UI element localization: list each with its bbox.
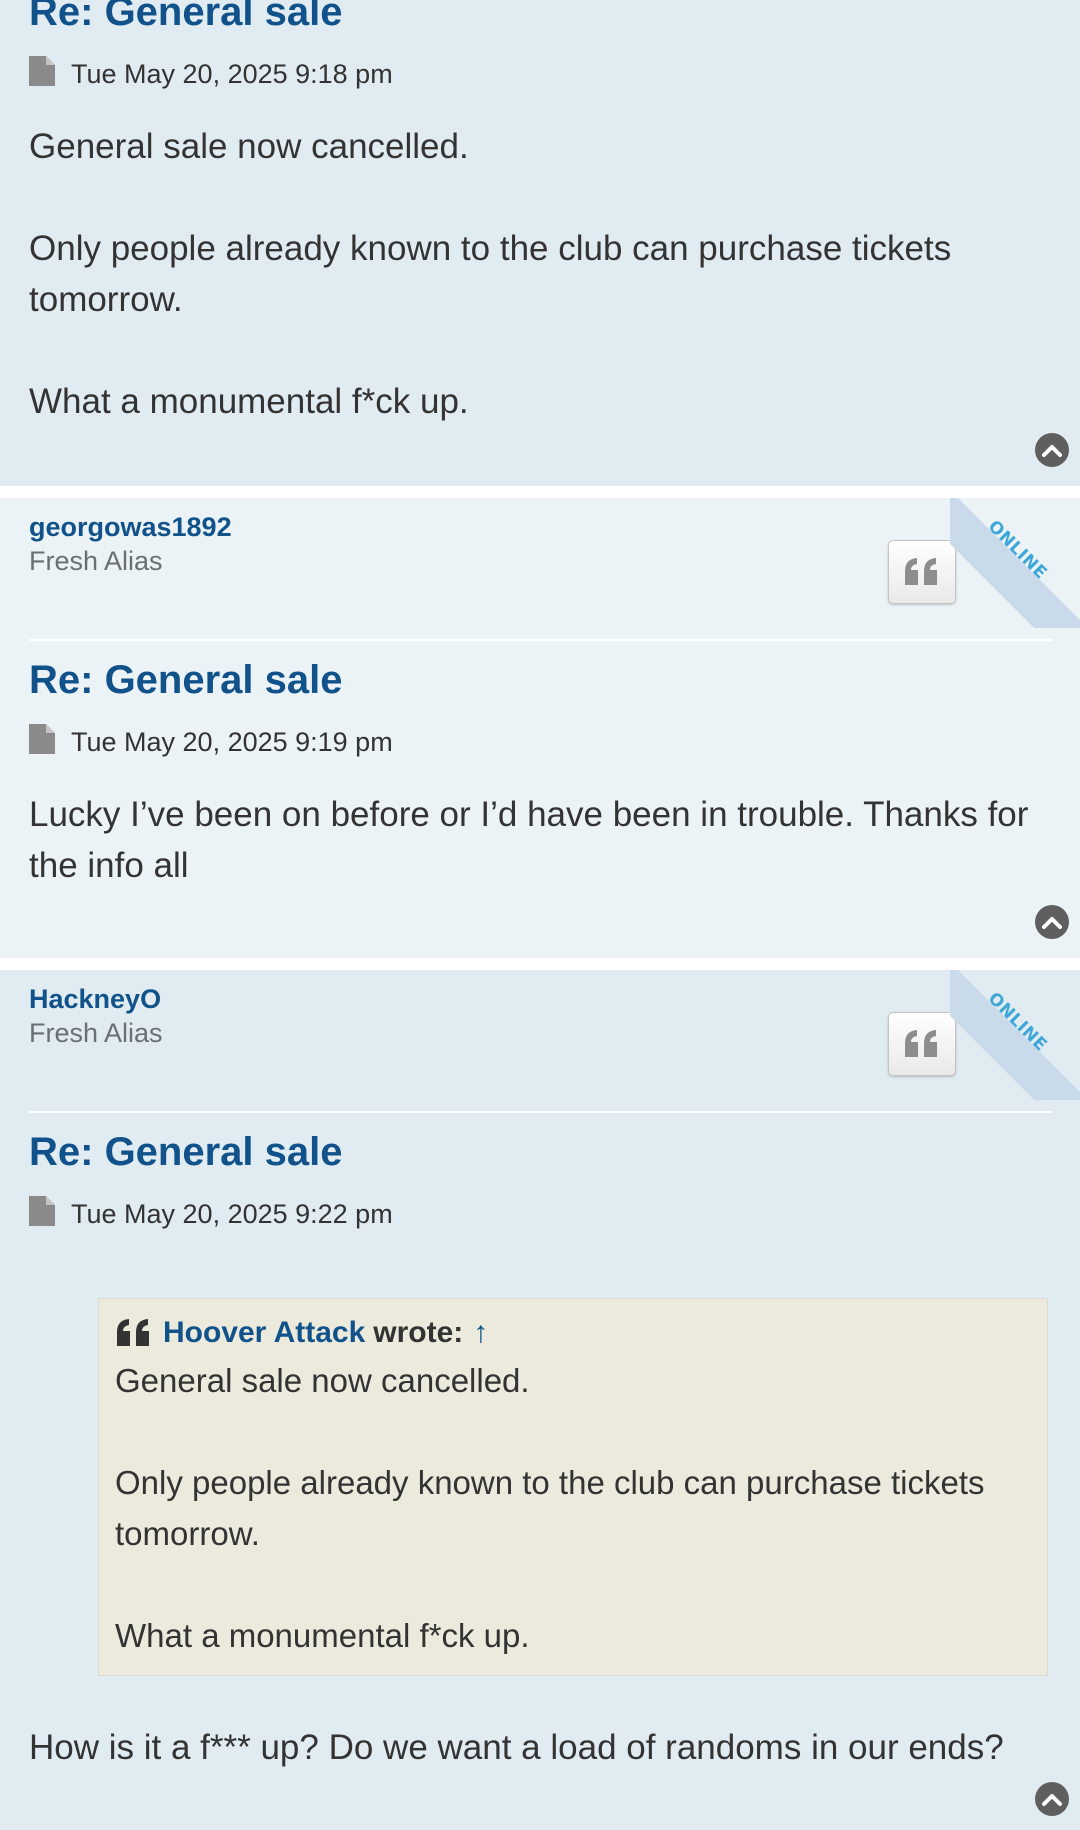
post-meta: Tue May 20, 2025 9:19 pm xyxy=(29,724,393,761)
post-content: Lucky I’ve been on before or I’d have be… xyxy=(29,789,1049,891)
chevron-up-icon xyxy=(1042,1794,1062,1806)
post-meta: Tue May 20, 2025 9:18 pm xyxy=(29,56,393,93)
quote-content: General sale now cancelled. Only people … xyxy=(115,1355,1031,1661)
file-icon[interactable] xyxy=(29,56,55,93)
post-paragraph: Only people already known to the club ca… xyxy=(29,229,952,319)
file-icon[interactable] xyxy=(29,724,55,761)
post-paragraph: Lucky I’ve been on before or I’d have be… xyxy=(29,795,1029,885)
online-ribbon-band xyxy=(950,970,1080,1100)
quote-mark-icon xyxy=(117,1319,149,1346)
post-divider xyxy=(29,1111,1052,1113)
post-timestamp: Tue May 20, 2025 9:18 pm xyxy=(71,59,393,89)
quote-source-arrow-link[interactable]: ↑ xyxy=(473,1316,488,1350)
post-1: Re: General sale Tue May 20, 2025 9:18 p… xyxy=(0,0,1080,486)
author-rank: Fresh Alias xyxy=(29,546,163,576)
post-3: HackneyO Fresh Alias ONLINE Re: General … xyxy=(0,970,1080,1830)
chevron-up-icon xyxy=(1042,917,1062,929)
quoted-post: Hoover Attack wrote: ↑ General sale now … xyxy=(98,1298,1048,1676)
post-author[interactable]: HackneyO xyxy=(29,984,161,1015)
post-title[interactable]: Re: General sale xyxy=(29,0,343,35)
post-meta: Tue May 20, 2025 9:22 pm xyxy=(29,1196,393,1233)
post-timestamp: Tue May 20, 2025 9:22 pm xyxy=(71,1199,393,1229)
post-timestamp: Tue May 20, 2025 9:19 pm xyxy=(71,727,393,757)
online-ribbon-band xyxy=(950,498,1080,628)
quote-citation: Hoover Attack wrote: ↑ xyxy=(115,1311,1031,1355)
quote-wrote-label: wrote: xyxy=(373,1316,464,1349)
quote-paragraph: What a monumental f*ck up. xyxy=(115,1617,530,1654)
back-to-top-button[interactable] xyxy=(1035,1782,1069,1816)
post-paragraph: General sale now cancelled. xyxy=(29,127,469,166)
back-to-top-button[interactable] xyxy=(1035,905,1069,939)
quoted-author-link[interactable]: Hoover Attack xyxy=(163,1316,365,1350)
post-paragraph: What a monumental f*ck up. xyxy=(29,382,469,421)
online-badge: ONLINE xyxy=(950,970,1080,1100)
post-content: General sale now cancelled. Only people … xyxy=(29,121,1049,427)
quote-button[interactable] xyxy=(888,540,956,604)
file-icon[interactable] xyxy=(29,1196,55,1233)
post-paragraph: How is it a f*** up? Do we want a load o… xyxy=(29,1728,1004,1767)
back-to-top-button[interactable] xyxy=(1035,433,1069,467)
online-badge: ONLINE xyxy=(950,498,1080,628)
chevron-up-icon xyxy=(1042,445,1062,457)
quote-paragraph: General sale now cancelled. xyxy=(115,1362,530,1399)
post-title[interactable]: Re: General sale xyxy=(29,1130,343,1175)
quote-paragraph: Only people already known to the club ca… xyxy=(115,1464,985,1552)
post-2: georgowas1892 Fresh Alias ONLINE Re: Gen… xyxy=(0,498,1080,958)
post-content: How is it a f*** up? Do we want a load o… xyxy=(29,1722,1049,1773)
quote-icon xyxy=(905,558,937,585)
quote-button[interactable] xyxy=(888,1012,956,1076)
author-rank: Fresh Alias xyxy=(29,1018,163,1048)
post-author[interactable]: georgowas1892 xyxy=(29,512,232,543)
post-title[interactable]: Re: General sale xyxy=(29,658,343,703)
quote-icon xyxy=(905,1030,937,1057)
post-divider xyxy=(29,639,1052,641)
